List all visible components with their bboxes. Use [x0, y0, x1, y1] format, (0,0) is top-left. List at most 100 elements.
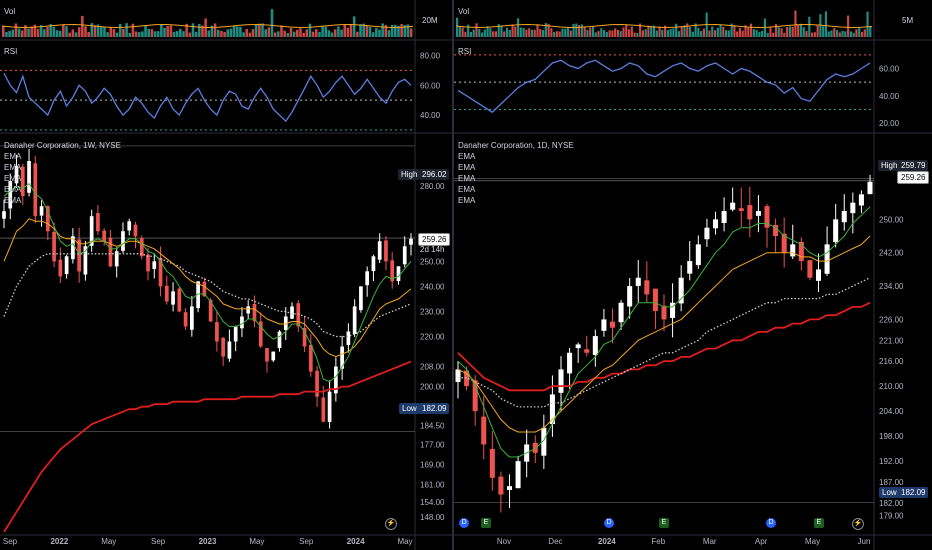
- candle-body: [45, 206, 50, 232]
- volume-bar: [788, 26, 791, 37]
- candle-body: [704, 227, 710, 240]
- candle-body: [584, 349, 590, 353]
- volume-bar: [46, 26, 49, 37]
- candle-body: [58, 259, 63, 277]
- volume-bar: [816, 25, 819, 37]
- ema-fast-line: [3, 182, 412, 383]
- volume-bar: [84, 26, 87, 37]
- volume-bar: [533, 29, 536, 37]
- volume-bar: [550, 28, 553, 37]
- price-tick-label: 161.00: [420, 480, 445, 489]
- weekly-chart-svg[interactable]: 80.0060.0040.00280.00260.00250.00240.002…: [0, 0, 452, 550]
- candle-body: [824, 244, 830, 274]
- volume-bar: [600, 28, 603, 37]
- volume-bar: [36, 28, 40, 37]
- volume-bar: [716, 27, 719, 37]
- candle-body: [747, 205, 753, 220]
- volume-bar: [58, 30, 62, 37]
- time-tick-label: May: [101, 537, 116, 546]
- price-tick-label: 148.00: [420, 513, 445, 522]
- time-tick-label: Sep: [299, 537, 314, 546]
- volume-bar: [375, 27, 378, 37]
- time-tick-label: 2022: [50, 537, 68, 546]
- candle-body: [189, 306, 194, 330]
- candle-body: [455, 369, 461, 382]
- volume-bar: [813, 32, 816, 37]
- candle-body: [850, 202, 856, 214]
- volume-bar: [333, 29, 337, 37]
- volume-bar: [860, 31, 864, 37]
- volume-bar: [519, 27, 522, 37]
- volume-bar: [311, 31, 315, 37]
- volume-bar: [314, 29, 318, 37]
- volume-bar: [722, 26, 725, 37]
- time-tick-label: Mar: [703, 537, 717, 546]
- earnings-icon[interactable]: E: [814, 518, 824, 528]
- flash-icon[interactable]: ⚡: [385, 518, 397, 530]
- volume-bar: [500, 25, 503, 37]
- volume-bar: [194, 31, 198, 37]
- candle-body: [601, 319, 607, 331]
- candle-body: [515, 461, 521, 489]
- volume-bar: [273, 32, 277, 37]
- volume-bar: [708, 30, 711, 37]
- candle-body: [807, 260, 813, 278]
- volume-bar: [81, 15, 84, 37]
- daily-chart-panel[interactable]: 60.00 40.00 20.00 250.00 242.00 234.00 226.00 2…: [454, 0, 932, 550]
- candle-body: [618, 302, 624, 323]
- volume-bar: [844, 31, 847, 37]
- volume-scale: 20M: [422, 16, 438, 25]
- dividend-icon[interactable]: D: [604, 518, 614, 528]
- candle-body: [227, 341, 232, 359]
- daily-chart-svg[interactable]: 60.00 40.00 20.00 250.00 242.00 234.00 226.00 2…: [454, 0, 932, 550]
- weekly-chart-panel[interactable]: 80.0060.0040.00280.00260.00250.00240.002…: [0, 0, 452, 550]
- volume-bar: [264, 29, 267, 37]
- earnings-icon[interactable]: E: [659, 518, 669, 528]
- volume-bar: [115, 32, 119, 37]
- volume-bar: [738, 27, 742, 37]
- price-tick-label: 230.00: [420, 307, 445, 316]
- volume-bar: [697, 27, 700, 37]
- rsi-line: [3, 72, 412, 123]
- volume-bar: [464, 31, 467, 37]
- candle-body: [52, 231, 56, 262]
- high-label: High: [398, 169, 421, 180]
- volume-bar: [469, 31, 473, 37]
- candle-body: [489, 449, 495, 478]
- volume-bar: [541, 30, 545, 37]
- candle-body: [315, 370, 319, 397]
- price-tick-label: 187.00: [879, 478, 904, 487]
- volume-bar: [188, 32, 192, 37]
- volume-bar: [830, 30, 833, 37]
- volume-bar: [207, 30, 211, 37]
- earnings-icon[interactable]: E: [481, 518, 491, 528]
- flash-icon[interactable]: ⚡: [852, 518, 864, 530]
- dividend-icon[interactable]: D: [766, 518, 776, 528]
- candle-body: [296, 303, 301, 327]
- volume-bar: [349, 24, 353, 37]
- volume-bar: [147, 29, 150, 37]
- low-value: 182.09: [419, 403, 450, 414]
- volume-bar: [141, 31, 144, 37]
- candle-body: [327, 391, 332, 422]
- price-tick-label: 184.50: [420, 421, 445, 430]
- ema-legend-1: EMA: [458, 152, 476, 161]
- candle-body: [790, 244, 796, 257]
- volume-bar: [153, 31, 157, 37]
- volume-bar: [783, 32, 786, 37]
- volume-bar: [131, 23, 135, 37]
- dividend-icon[interactable]: D: [459, 518, 469, 528]
- volume-bar: [33, 24, 37, 37]
- ema-legend-1: EMA: [4, 152, 22, 161]
- volume-bar: [232, 25, 236, 37]
- candle-body: [867, 181, 873, 195]
- candle-body: [102, 230, 107, 242]
- candle-body: [498, 476, 504, 495]
- volume-legend: Vol: [458, 7, 470, 16]
- volume-bar: [251, 29, 255, 37]
- candle-body: [609, 321, 616, 328]
- candle-body: [532, 442, 538, 453]
- candle-body: [39, 206, 44, 216]
- volume-bar: [611, 30, 614, 37]
- candle-body: [246, 306, 251, 314]
